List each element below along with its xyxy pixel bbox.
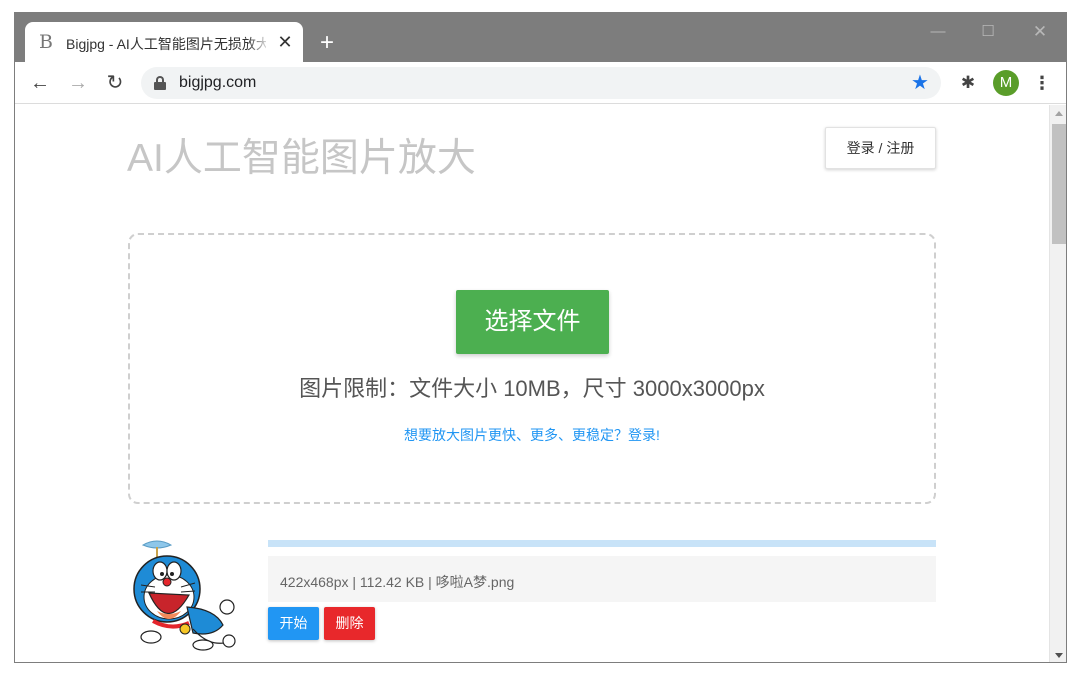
- browser-menu-icon[interactable]: ⋮: [1029, 70, 1055, 96]
- delete-button[interactable]: 删除: [324, 607, 375, 640]
- upload-limits-text: 图片限制：文件大小 10MB，尺寸 3000x3000px: [299, 376, 765, 401]
- new-tab-icon[interactable]: +: [313, 30, 341, 58]
- page-title: AI人工智能图片放大: [127, 137, 476, 180]
- scrollbar-thumb[interactable]: [1052, 124, 1066, 244]
- file-thumbnail-doraemon: [133, 540, 236, 651]
- reload-icon[interactable]: ↻: [101, 69, 129, 97]
- browser-window: B Bigjpg - AI人工智能图片无损放大 ✕ + — ☐ ✕ ← → ↻ …: [14, 12, 1067, 663]
- bigjpg-favicon-icon: B: [39, 31, 53, 53]
- file-info-box: 422x468px | 112.42 KB | 哆啦A梦.png: [268, 556, 936, 602]
- scroll-down-arrow-icon[interactable]: [1055, 653, 1063, 658]
- minimize-window-icon[interactable]: —: [918, 19, 958, 45]
- upload-dropzone[interactable]: 选择文件 图片限制：文件大小 10MB，尺寸 3000x3000px 想要放大图…: [128, 233, 936, 504]
- close-window-icon[interactable]: ✕: [1020, 19, 1060, 45]
- browser-tab[interactable]: B Bigjpg - AI人工智能图片无损放大 ✕: [25, 22, 303, 62]
- profile-avatar[interactable]: M: [993, 70, 1019, 96]
- upload-progress-bar: [268, 540, 936, 547]
- page-viewport: AI人工智能图片放大 登录 / 注册 选择文件 图片限制：文件大小 10MB，尺…: [15, 105, 1049, 662]
- choose-file-button[interactable]: 选择文件: [456, 290, 609, 354]
- maximize-window-icon[interactable]: ☐: [968, 19, 1008, 45]
- url-text[interactable]: bigjpg.com: [179, 74, 256, 92]
- start-button[interactable]: 开始: [268, 607, 319, 640]
- close-tab-icon[interactable]: ✕: [274, 31, 296, 53]
- login-hint-link[interactable]: 想要放大图片更快、更多、更稳定？登录!: [130, 425, 934, 445]
- tab-title-fade: [247, 32, 271, 52]
- tab-strip: B Bigjpg - AI人工智能图片无损放大 ✕ + — ☐ ✕: [15, 13, 1066, 62]
- forward-arrow-icon[interactable]: →: [64, 69, 92, 97]
- login-register-button[interactable]: 登录 / 注册: [825, 127, 936, 169]
- extensions-puzzle-icon[interactable]: ✱: [955, 70, 981, 96]
- vertical-scrollbar[interactable]: [1049, 105, 1066, 662]
- bookmark-star-icon[interactable]: ★: [911, 70, 929, 96]
- lock-icon[interactable]: [154, 76, 166, 90]
- file-info-text: 422x468px | 112.42 KB | 哆啦A梦.png: [280, 574, 515, 590]
- address-bar[interactable]: bigjpg.com ★: [141, 67, 941, 99]
- scroll-up-arrow-icon[interactable]: [1055, 111, 1063, 116]
- browser-toolbar: ← → ↻ bigjpg.com ★ ✱ M ⋮: [15, 62, 1066, 104]
- tab-title: Bigjpg - AI人工智能图片无损放大: [66, 36, 266, 52]
- back-arrow-icon[interactable]: ←: [26, 69, 54, 97]
